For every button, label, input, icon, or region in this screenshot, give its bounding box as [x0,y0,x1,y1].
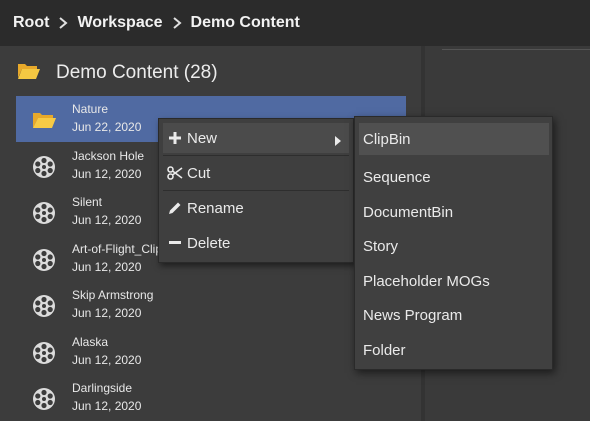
item-name: Skip Armstrong [72,288,154,302]
menu-item-delete[interactable]: Delete [163,228,349,258]
list-item-darlingside[interactable]: Darlingside Jun 12, 2020 [16,375,406,421]
new-submenu: ClipBin Sequence DocumentBin Story Place… [354,116,553,370]
menu-item-label: Rename [187,199,244,217]
film-reel-icon [31,247,57,273]
folder-icon [31,107,57,133]
minus-icon [167,235,183,251]
plus-icon [167,130,183,146]
right-panel-divider [442,49,590,50]
menu-item-rename[interactable]: Rename [163,193,349,223]
chevron-right-icon [49,15,77,31]
item-name: Art-of-Flight_Clip [72,242,163,256]
film-reel-icon [31,386,57,412]
open-folder-icon [17,61,41,81]
menu-separator [163,155,349,156]
menu-item-label: Cut [187,164,211,182]
menu-item-cut[interactable]: Cut [163,158,349,188]
app-window: Root Workspace Demo Content Demo Content… [0,0,590,421]
submenu-item-news-program[interactable]: News Program [359,299,549,331]
breadcrumb-workspace[interactable]: Workspace [77,14,162,32]
film-reel-icon [31,154,57,180]
item-date: Jun 12, 2020 [72,353,142,367]
menu-item-label: Delete [187,234,231,252]
menu-separator [163,190,349,191]
submenu-item-placeholder-mogs[interactable]: Placeholder MOGs [359,265,549,297]
film-reel-icon [31,293,57,319]
submenu-item-folder[interactable]: Folder [359,334,549,366]
item-date: Jun 12, 2020 [72,213,142,227]
pencil-icon [167,200,183,216]
caret-right-icon [335,133,341,146]
list-item-alaska[interactable]: Alaska Jun 12, 2020 [16,329,406,375]
item-name: Jackson Hole [72,149,145,163]
item-date: Jun 12, 2020 [72,306,142,320]
submenu-item-story[interactable]: Story [359,230,549,262]
item-name: Nature [72,102,109,116]
item-date: Jun 12, 2020 [72,399,142,413]
breadcrumb-root[interactable]: Root [13,14,49,32]
scissors-icon [167,165,183,181]
menu-item-label: New [187,129,218,147]
breadcrumb-demo-content[interactable]: Demo Content [191,14,300,32]
folder-header [17,61,41,81]
item-date: Jun 12, 2020 [72,167,142,181]
submenu-item-documentbin[interactable]: DocumentBin [359,196,549,228]
breadcrumb: Root Workspace Demo Content [0,0,590,46]
list-item-skip-armstrong[interactable]: Skip Armstrong Jun 12, 2020 [16,282,406,328]
film-reel-icon [31,200,57,226]
item-name: Darlingside [72,381,133,395]
item-date: Jun 12, 2020 [72,260,142,274]
item-name: Alaska [72,335,109,349]
chevron-right-icon [163,15,191,31]
submenu-item-clipbin[interactable]: ClipBin [359,123,549,155]
item-date: Jun 22, 2020 [72,120,142,134]
folder-title: Demo Content (28) [56,62,218,83]
item-name: Silent [72,195,103,209]
context-menu: New Cut Rename Delete [158,118,354,263]
submenu-item-sequence[interactable]: Sequence [359,161,549,193]
film-reel-icon [31,340,57,366]
menu-item-new[interactable]: New [163,123,349,153]
